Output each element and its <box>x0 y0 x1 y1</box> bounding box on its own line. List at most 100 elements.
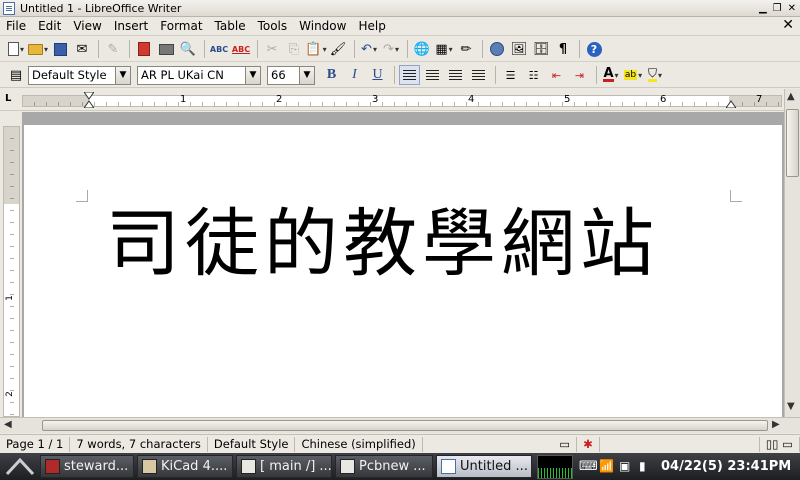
help-button[interactable]: ? <box>584 39 604 59</box>
vertical-ruler[interactable]: 1 2 <box>3 126 20 417</box>
pcbnew-icon <box>340 459 355 474</box>
cut-button[interactable]: ✂ <box>262 39 282 59</box>
clone-formatting-button[interactable]: 🖌 <box>328 39 348 59</box>
vertical-scrollbar[interactable]: ▲ ▼ <box>784 89 800 417</box>
scroll-down-arrow-icon[interactable]: ▼ <box>787 401 795 412</box>
align-right-button[interactable] <box>445 65 466 85</box>
menu-help[interactable]: Help <box>352 19 391 33</box>
selection-mode-icon[interactable]: ▭ <box>553 436 578 452</box>
ruler-scale[interactable]: 1 2 3 4 5 6 7 <box>22 92 782 108</box>
signature-field <box>600 436 760 452</box>
document-text[interactable]: 司徒的教學網站 <box>106 207 659 281</box>
task-pcbnew[interactable]: Pcbnew ... <box>335 455 433 478</box>
task-writer[interactable]: Untitled ... <box>436 455 532 478</box>
start-menu-button[interactable] <box>0 453 40 480</box>
formatting-marks-button[interactable]: ¶ <box>553 39 573 59</box>
italic-button[interactable]: I <box>344 65 365 85</box>
export-pdf-button[interactable] <box>134 39 154 59</box>
gallery-button[interactable]: 🖼 <box>509 39 529 59</box>
view-layout-icon[interactable]: ▯▯ ▭ <box>760 436 800 452</box>
bullets-button[interactable]: ☷ <box>523 65 544 85</box>
network-signal-icon[interactable]: 📶 <box>599 459 615 475</box>
screenshot-icon[interactable]: ▣ <box>619 459 635 475</box>
battery-icon[interactable]: ▮ <box>639 459 655 475</box>
decrease-indent-button[interactable]: ⇤ <box>546 65 567 85</box>
restore-button[interactable]: ❐ <box>773 3 782 14</box>
numbered-list-icon: ☰ <box>505 68 516 82</box>
horizontal-scroll-thumb[interactable] <box>42 420 768 431</box>
scroll-right-arrow-icon[interactable]: ▶ <box>772 419 780 430</box>
keyboard-icon[interactable]: ⌨ <box>579 459 598 475</box>
task-steward[interactable]: steward... <box>40 455 134 478</box>
spellcheck-icon: ABC <box>209 44 229 54</box>
pencil-icon: ✏ <box>460 41 472 57</box>
justify-button[interactable] <box>468 65 489 85</box>
edit-mode-button[interactable]: ✎ <box>103 39 123 59</box>
background-color-button[interactable]: ⛉ <box>645 65 665 85</box>
font-color-button[interactable]: A <box>601 65 621 85</box>
horizontal-scrollbar[interactable]: ◀ ▶ <box>0 417 800 433</box>
minimize-button[interactable]: ▁ <box>759 3 767 14</box>
copy-button[interactable]: ⎘ <box>284 39 304 59</box>
close-window-button[interactable]: ✕ <box>788 3 796 14</box>
menu-edit[interactable]: Edit <box>32 19 67 33</box>
text-language[interactable]: Chinese (simplified) <box>295 436 423 452</box>
undo-button[interactable]: ↶ <box>359 39 379 59</box>
hyperlink-button[interactable]: 🌐 <box>412 39 432 59</box>
ruler-ticks <box>10 127 14 416</box>
table-button[interactable]: ▦ <box>434 39 454 59</box>
font-name-combo[interactable]: AR PL UKai CN ▼ <box>137 65 261 85</box>
open-button[interactable] <box>28 39 48 59</box>
autospellcheck-button[interactable]: ABC <box>231 39 251 59</box>
menu-table[interactable]: Table <box>209 19 252 33</box>
spellcheck-button[interactable]: ABC <box>209 39 229 59</box>
menu-tools[interactable]: Tools <box>252 19 294 33</box>
align-left-button[interactable] <box>399 65 420 85</box>
menu-view[interactable]: View <box>67 19 107 33</box>
print-button[interactable] <box>156 39 176 59</box>
chevron-down-icon[interactable]: ▼ <box>299 66 314 84</box>
document-area[interactable]: 司徒的教學網站 <box>22 112 784 417</box>
paste-button[interactable]: 📋 <box>305 39 326 59</box>
scroll-up-arrow-icon[interactable]: ▲ <box>787 91 795 102</box>
page-count[interactable]: Page 1 / 1 <box>0 436 71 452</box>
ruler-number: 1 <box>4 295 15 301</box>
align-center-button[interactable] <box>422 65 443 85</box>
font-size-combo[interactable]: 66 ▼ <box>267 65 315 85</box>
task-label: Pcbnew ... <box>359 459 426 474</box>
menu-format[interactable]: Format <box>154 19 208 33</box>
underline-button[interactable]: U <box>367 65 388 85</box>
document-page[interactable]: 司徒的教學網站 <box>24 125 782 417</box>
numbering-button[interactable]: ☰ <box>500 65 521 85</box>
page-style[interactable]: Default Style <box>208 436 296 452</box>
tab-stop-selector[interactable]: L <box>5 93 11 104</box>
task-kicad[interactable]: KiCad 4.... <box>137 455 233 478</box>
new-document-button[interactable] <box>6 39 26 59</box>
taskbar-clock[interactable]: 04/22(5) 23:41PM <box>661 459 791 474</box>
scroll-left-arrow-icon[interactable]: ◀ <box>4 419 12 430</box>
bold-button[interactable]: B <box>321 65 342 85</box>
menu-insert[interactable]: Insert <box>108 19 154 33</box>
data-sources-button[interactable]: 🗄 <box>531 39 551 59</box>
vertical-scroll-thumb[interactable] <box>786 109 799 177</box>
paragraph-style-combo[interactable]: Default Style ▼ <box>28 65 131 85</box>
styles-and-formatting-button[interactable]: ▤ <box>6 65 26 85</box>
redo-button[interactable]: ↷ <box>381 39 401 59</box>
word-count[interactable]: 7 words, 7 characters <box>70 436 208 452</box>
indent-marker-icon[interactable] <box>84 92 94 108</box>
close-document-icon[interactable]: ✕ <box>782 17 794 33</box>
document-modified-icon[interactable]: ✱ <box>577 436 600 452</box>
save-button[interactable] <box>50 39 70 59</box>
draw-functions-button[interactable]: ✏ <box>456 39 476 59</box>
menu-window[interactable]: Window <box>293 19 352 33</box>
highlighting-button[interactable]: ab <box>623 65 643 85</box>
print-preview-button[interactable]: 🔍 <box>178 39 198 59</box>
increase-indent-button[interactable]: ⇥ <box>569 65 590 85</box>
right-indent-marker-icon[interactable] <box>726 92 736 108</box>
task-editor[interactable]: [ main /] ... <box>236 455 332 478</box>
email-button[interactable]: ✉ <box>72 39 92 59</box>
chevron-down-icon[interactable]: ▼ <box>245 66 260 84</box>
menu-file[interactable]: File <box>0 19 32 33</box>
chevron-down-icon[interactable]: ▼ <box>115 66 130 84</box>
navigator-button[interactable] <box>487 39 507 59</box>
